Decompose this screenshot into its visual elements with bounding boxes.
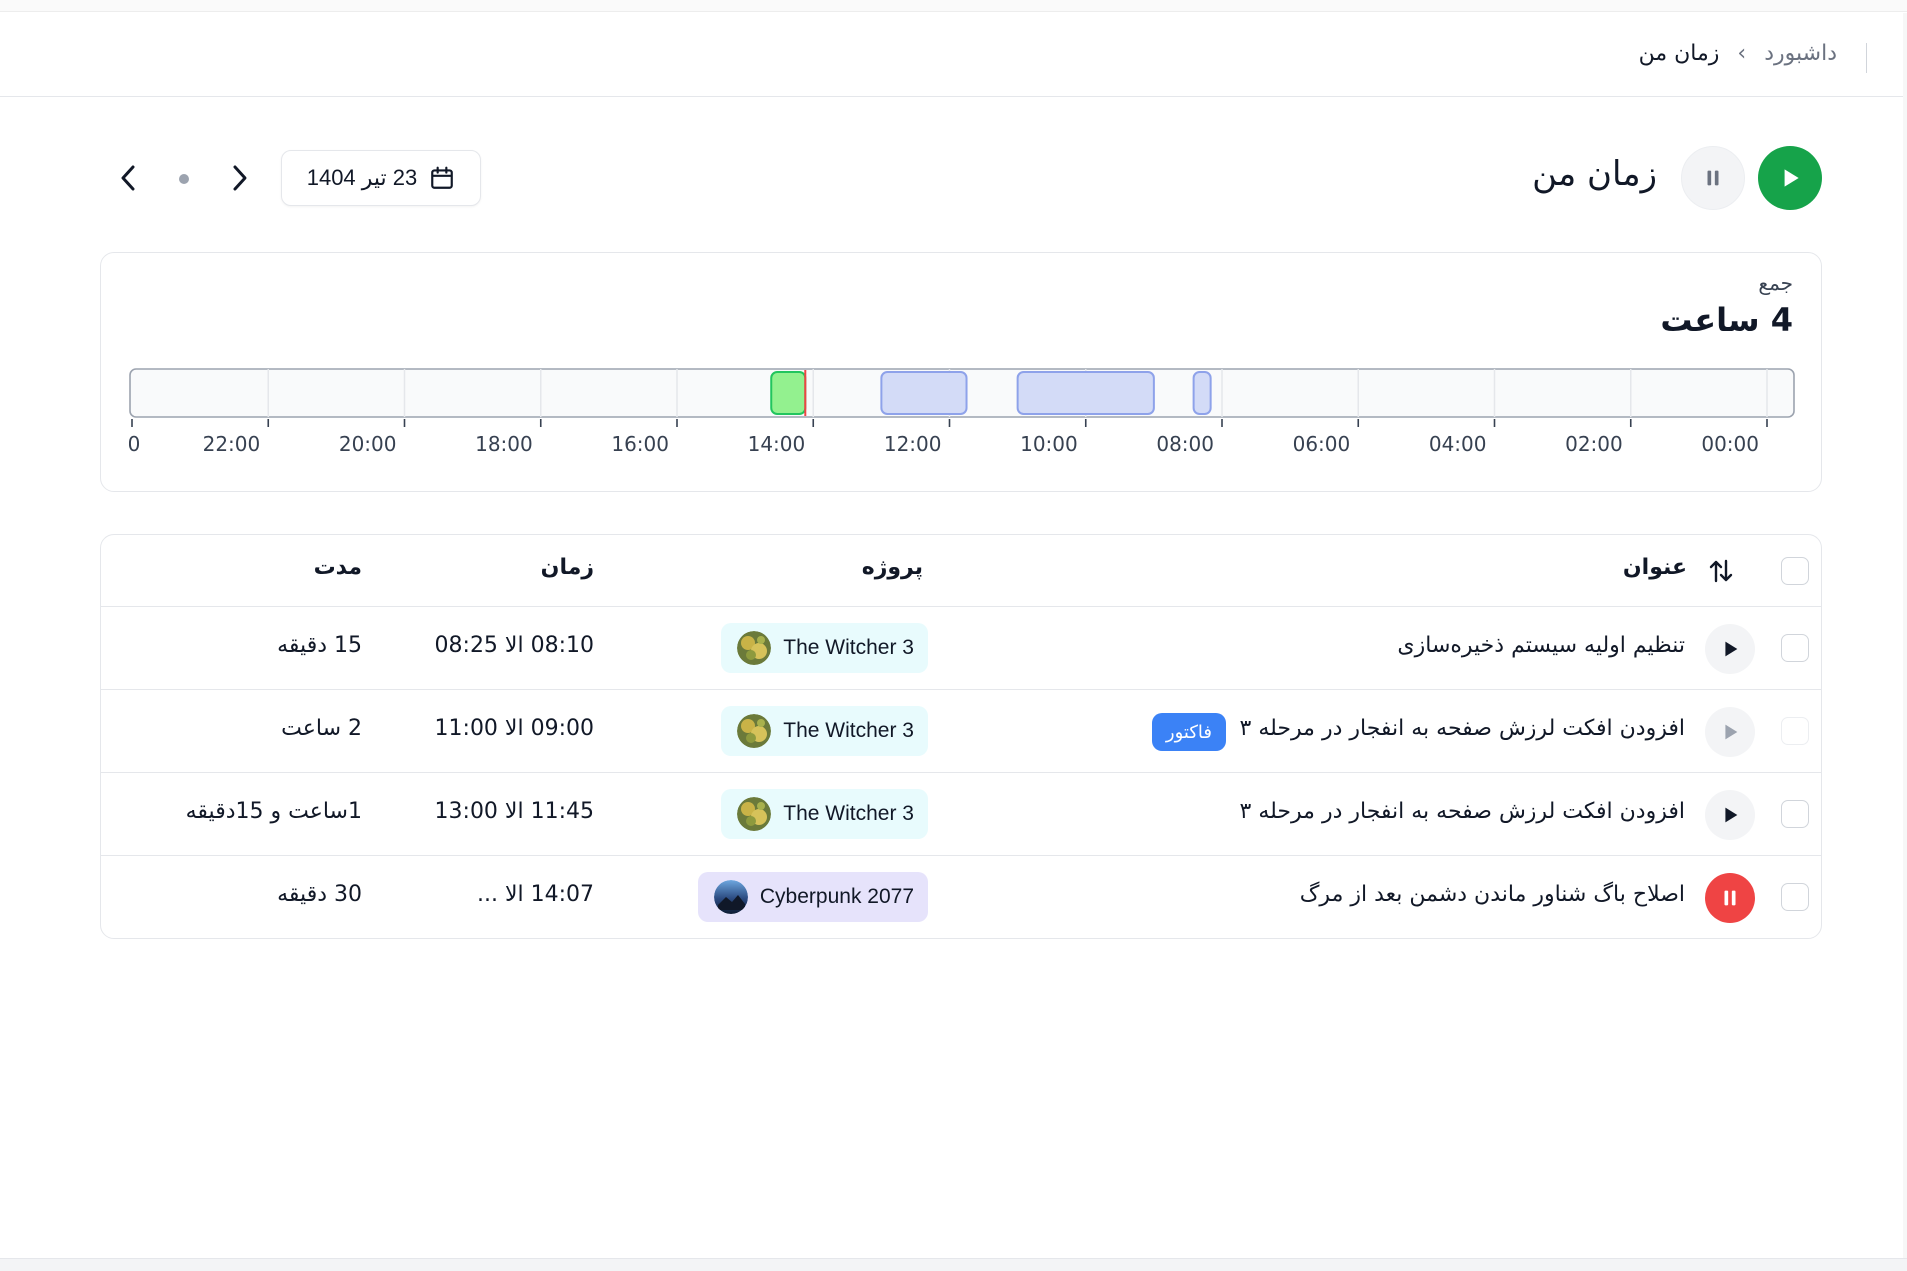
project-avatar-icon (713, 880, 748, 914)
play-icon (1725, 641, 1738, 657)
row-checkbox[interactable] (1781, 634, 1809, 662)
pause-icon (1724, 890, 1736, 906)
page-title: زمان من (1532, 154, 1657, 194)
daily-timeline-card: جمع 4 ساعت 00:00 02:00 04:00 06:00 08:00 10:0… (100, 252, 1822, 492)
project-pill[interactable]: The Witcher 3 (721, 706, 928, 756)
project-pill[interactable]: The Witcher 3 (721, 789, 928, 839)
calendar-icon (431, 166, 454, 189)
start-row-timer-button[interactable] (1705, 624, 1755, 674)
timeline-tick-label: 18:00 (475, 432, 533, 456)
timeline-tick-label: 04:00 (1429, 432, 1487, 456)
timeline-tick-label: 10:00 (1020, 432, 1078, 456)
total-label: جمع (1758, 271, 1793, 295)
sort-arrows-icon[interactable] (1707, 557, 1735, 585)
table-row[interactable]: افزودن افکت لرزش صفحه به انفجار در مرحله… (101, 773, 1821, 856)
timeline-tick-label: 14:00 (748, 432, 806, 456)
play-icon (1784, 169, 1799, 187)
project-name: The Witcher 3 (783, 802, 914, 825)
entry-time-range: 09:00 الا 11:00 (434, 716, 594, 741)
row-checkbox[interactable] (1781, 883, 1809, 911)
next-day-button[interactable] (220, 158, 260, 198)
page-title-row: زمان من 23 تیر 1404 (0, 140, 1907, 220)
timeline-tick-label: 06:00 (1293, 432, 1351, 456)
play-icon (1725, 807, 1738, 823)
chevron-left-icon: › (1737, 41, 1747, 66)
project-pill[interactable]: Cyberpunk 2077 (697, 872, 928, 922)
entry-title[interactable]: افزودن افکت لرزش صفحه به انفجار در مرحله… (1240, 716, 1685, 741)
total-value: 4 ساعت (1660, 301, 1793, 339)
column-header-duration: مدت (313, 555, 362, 580)
bottom-strip (0, 1258, 1907, 1271)
table-row[interactable]: تنظیم اولیه سیستم ذخیره‌سازی The Witcher … (101, 607, 1821, 690)
breadcrumb: داشبورد › زمان من (1639, 41, 1867, 66)
today-dot-button[interactable] (179, 174, 189, 184)
project-name: The Witcher 3 (783, 636, 914, 659)
timeline-tick-label: 20:00 (339, 432, 397, 456)
entry-time-range: 11:45 الا 13:00 (434, 799, 594, 824)
previous-day-button[interactable] (108, 158, 148, 198)
entry-duration: 2 ساعت (281, 716, 362, 741)
app-header: داشبورد › زمان من (0, 13, 1907, 97)
timeline-tick-label: 08:00 (1156, 432, 1214, 456)
entry-duration: 1ساعت و 15دقیقه (185, 799, 362, 824)
column-header-time: زمان (540, 555, 594, 580)
chevron-left-icon (121, 165, 135, 191)
pause-icon (1707, 170, 1719, 186)
time-block-done[interactable] (1192, 371, 1212, 415)
table-header: عنوان پروژه زمان مدت (101, 535, 1821, 607)
row-checkbox[interactable] (1781, 800, 1809, 828)
entry-duration: 15 دقیقه (277, 633, 362, 658)
entry-title[interactable]: افزودن افکت لرزش صفحه به انفجار در مرحله… (1240, 799, 1685, 824)
time-entries-table: عنوان پروژه زمان مدت تنظیم اولیه سیستم ذ… (100, 534, 1822, 939)
project-avatar-icon (737, 631, 772, 665)
stop-timer-button[interactable] (1705, 873, 1755, 923)
entry-duration: 30 دقیقه (277, 882, 362, 907)
page-right-edge (1903, 13, 1907, 1258)
invoice-badge: فاکتور (1151, 713, 1226, 751)
timeline-tick-label: 0 (129, 432, 140, 456)
entry-title[interactable]: تنظیم اولیه سیستم ذخیره‌سازی (1397, 633, 1685, 658)
start-row-timer-button[interactable] (1705, 707, 1755, 757)
breadcrumb-dashboard-link[interactable]: داشبورد (1764, 41, 1837, 66)
play-icon (1725, 724, 1738, 740)
time-block-done[interactable] (880, 371, 968, 415)
timeline-tick-label: 00:00 (1701, 432, 1759, 456)
time-block-running[interactable] (770, 371, 807, 415)
select-all-checkbox[interactable] (1781, 557, 1809, 585)
project-name: Cyberpunk 2077 (759, 885, 914, 908)
table-row[interactable]: اصلاح باگ شناور ماندن دشمن بعد از مرگ Cyb… (101, 856, 1821, 938)
breadcrumb-current: زمان من (1638, 41, 1720, 66)
start-row-timer-button[interactable] (1705, 790, 1755, 840)
pause-timer-button[interactable] (1681, 146, 1745, 210)
timeline-tick-label: 02:00 (1565, 432, 1623, 456)
project-name: The Witcher 3 (783, 719, 914, 742)
project-avatar-icon (737, 797, 772, 831)
date-picker-button[interactable]: 23 تیر 1404 (281, 150, 481, 206)
start-timer-button[interactable] (1758, 146, 1822, 210)
row-checkbox[interactable] (1781, 717, 1809, 745)
project-pill[interactable]: The Witcher 3 (721, 623, 928, 673)
entry-time-range: 14:07 الا ... (476, 882, 594, 907)
column-header-project: پروژه (861, 555, 923, 580)
table-row[interactable]: افزودن افکت لرزش صفحه به انفجار در مرحله… (101, 690, 1821, 773)
entry-title[interactable]: اصلاح باگ شناور ماندن دشمن بعد از مرگ (1300, 882, 1685, 907)
browser-top-strip (0, 0, 1907, 12)
timeline-tick-label: 12:00 (884, 432, 942, 456)
time-block-done[interactable] (1016, 371, 1155, 415)
timeline-tick-label: 22:00 (203, 432, 261, 456)
selected-date: 23 تیر 1404 (306, 165, 418, 190)
entry-time-range: 08:10 الا 08:25 (434, 633, 594, 658)
project-avatar-icon (737, 714, 772, 748)
timeline-tick-label: 16:00 (611, 432, 669, 456)
timeline-track: 00:00 02:00 04:00 06:00 08:00 10:00 12:00 14:00… (129, 363, 1795, 473)
column-header-title[interactable]: عنوان (1623, 555, 1687, 580)
chevron-right-icon (233, 165, 247, 191)
timeline-chart: 00:00 02:00 04:00 06:00 08:00 10:00 12:00 14:00… (129, 368, 1795, 456)
